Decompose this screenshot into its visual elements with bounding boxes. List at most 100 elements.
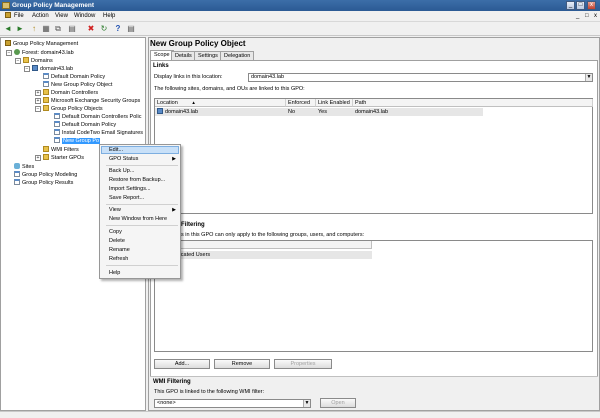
mdi-close-button[interactable]: x	[591, 11, 600, 22]
copy-icon[interactable]: ⧉	[53, 24, 63, 34]
collapse-gpo-container[interactable]: −	[35, 106, 41, 112]
col-link-enabled[interactable]: Link Enabled	[316, 99, 353, 107]
menu-item-copy[interactable]: Copy	[109, 228, 122, 236]
menu-file[interactable]: File	[11, 11, 27, 22]
close-button[interactable]: x	[587, 1, 596, 10]
menu-item-refresh[interactable]: Refresh	[109, 255, 128, 263]
menu-item-new-window[interactable]: New Window from Here	[109, 215, 167, 223]
col-path[interactable]: Path	[353, 99, 593, 107]
expand-domain-controllers[interactable]: +	[35, 90, 41, 96]
expand-exchange-groups[interactable]: +	[35, 98, 41, 104]
properties-button[interactable]: Properties	[274, 359, 332, 369]
chevron-down-icon[interactable]: ▼	[303, 400, 310, 407]
tree-exchange-security-groups[interactable]: Microsoft Exchange Security Groups	[43, 97, 140, 105]
chevron-down-icon[interactable]: ▼	[585, 74, 592, 81]
gpo-icon	[54, 121, 60, 127]
gpo-icon	[54, 113, 60, 119]
tree-gpo-new-selected[interactable]: New Group Po	[54, 137, 101, 145]
modeling-icon	[14, 171, 20, 177]
remove-button[interactable]: Remove	[214, 359, 270, 369]
back-arrow-icon[interactable]: ◄	[3, 24, 13, 34]
status-bar	[0, 411, 600, 418]
menu-item-save-report[interactable]: Save Report...	[109, 194, 144, 202]
menu-item-gpo-status[interactable]: GPO Status	[109, 155, 138, 163]
up-folder-icon[interactable]: ↑	[29, 24, 39, 34]
refresh-icon[interactable]: ↻	[99, 24, 109, 34]
tree-domain[interactable]: domain43.lab	[32, 65, 73, 73]
security-filtering-table[interactable]: nticated Users	[154, 240, 593, 352]
toolbar: ◄ ► ↑ ▦ ⧉ ▤ ✖ ↻ ? ▤	[0, 22, 600, 36]
collapse-domain[interactable]: −	[24, 66, 30, 72]
add-button[interactable]: Add...	[154, 359, 210, 369]
col-location[interactable]: Location ▲	[155, 99, 286, 107]
tree-gp-results[interactable]: Group Policy Results	[14, 179, 73, 187]
collapse-domains[interactable]: −	[15, 58, 21, 64]
maximize-button[interactable]: □	[576, 1, 585, 10]
gpo-icon	[54, 137, 60, 143]
tree-domains[interactable]: Domains	[23, 57, 53, 65]
folder-icon	[23, 57, 29, 63]
gpm-icon	[5, 40, 11, 46]
tree-forest[interactable]: Forest: domain43.lab	[14, 49, 74, 57]
ou-icon	[43, 97, 49, 103]
menu-item-help[interactable]: Help	[109, 269, 120, 277]
title-bar[interactable]: Group Policy Management	[0, 0, 600, 11]
delete-icon[interactable]: ✖	[86, 24, 96, 34]
tree-group-policy-objects[interactable]: Group Policy Objects	[43, 105, 103, 113]
table-row[interactable]: nticated Users	[155, 251, 372, 259]
wmi-description: This GPO is linked to the following WMI …	[154, 389, 265, 395]
console-icon[interactable]: ▤	[126, 24, 136, 34]
wmi-filter-dropdown[interactable]: <none> ▼	[154, 399, 311, 408]
tree-gpo-default-dc[interactable]: Default Domain Controllers Polic	[54, 113, 141, 121]
tree-starter-gpos[interactable]: Starter GPOs	[43, 154, 84, 162]
menu-item-import[interactable]: Import Settings...	[109, 185, 151, 193]
links-table[interactable]: Location ▲ Enforced Link Enabled Path do…	[154, 98, 593, 214]
menu-item-backup[interactable]: Back Up...	[109, 167, 134, 175]
menu-separator	[106, 165, 178, 166]
tree-gp-modeling[interactable]: Group Policy Modeling	[14, 171, 77, 179]
show-hide-icon[interactable]: ▤	[67, 24, 77, 34]
menu-item-delete[interactable]: Delete	[109, 237, 125, 245]
collapse-forest[interactable]: −	[6, 50, 12, 56]
forward-arrow-icon[interactable]: ►	[15, 24, 25, 34]
links-location-dropdown[interactable]: domain43.lab ▼	[248, 73, 593, 82]
domain-icon	[32, 65, 38, 71]
tab-settings[interactable]: Settings	[194, 51, 222, 60]
menu-item-restore[interactable]: Restore from Backup...	[109, 176, 165, 184]
tree-domain-controllers[interactable]: Domain Controllers	[43, 89, 98, 97]
open-wmi-button[interactable]: Open	[320, 398, 356, 408]
tree-wmi-filters[interactable]: WMI Filters	[43, 146, 79, 154]
menu-item-view[interactable]: View	[109, 206, 121, 214]
tab-details[interactable]: Details	[171, 51, 196, 60]
gpo-link-icon	[43, 81, 49, 87]
minimize-button[interactable]: _	[566, 1, 575, 10]
menu-separator	[106, 265, 178, 266]
menu-item-rename[interactable]: Rename	[109, 246, 130, 254]
tree-default-domain-policy-link[interactable]: Default Domain Policy	[43, 73, 105, 81]
cell-path: domain43.lab	[353, 108, 483, 116]
tab-delegation[interactable]: Delegation	[220, 51, 255, 60]
tree-root[interactable]: Group Policy Management	[5, 40, 78, 48]
domain-icon	[157, 108, 163, 114]
context-menu: Edit... GPO Status ▶ Back Up... Restore …	[99, 144, 181, 279]
expand-starter-gpos[interactable]: +	[35, 155, 41, 161]
menu-separator	[106, 204, 178, 205]
col-enforced[interactable]: Enforced	[286, 99, 316, 107]
menu-help[interactable]: Help	[100, 11, 118, 22]
menu-action[interactable]: Action	[29, 11, 52, 22]
tree-gpo-codetwo[interactable]: Instal CodeTwo Email Signatures	[54, 129, 143, 137]
security-description: s in this GPO can only apply to the foll…	[181, 232, 365, 238]
security-filtering-heading: Filtering	[181, 222, 205, 228]
menu-view[interactable]: View	[52, 11, 71, 22]
menu-window[interactable]: Window	[71, 11, 98, 22]
help-icon[interactable]: ?	[113, 24, 123, 34]
mdi-minimize-button[interactable]: _	[573, 11, 582, 22]
tree-sites[interactable]: Sites	[14, 163, 34, 171]
sort-asc-icon: ▲	[191, 100, 196, 105]
menu-item-edit[interactable]: Edit...	[109, 146, 123, 154]
folder-icon	[43, 154, 49, 160]
wmi-heading: WMI Filtering	[153, 379, 191, 385]
tree-gpo-default-domain[interactable]: Default Domain Policy	[54, 121, 116, 129]
tree-new-gpo-link[interactable]: New Group Policy Object	[43, 81, 112, 89]
properties-icon[interactable]: ▦	[41, 24, 51, 34]
